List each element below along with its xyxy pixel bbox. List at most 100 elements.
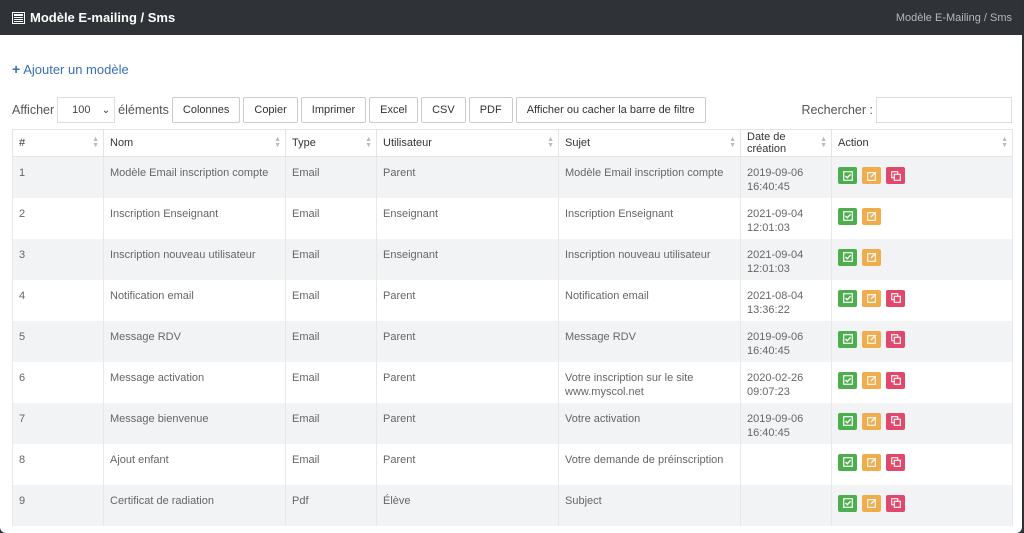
- table-row: 2 Inscription Enseignant Email Enseignant In…: [12, 197, 1013, 239]
- page: Modèle E-mailing / Sms Modèle E-Mailing …: [0, 0, 1022, 533]
- edit-icon: [866, 457, 876, 467]
- duplicate-button[interactable]: [886, 412, 905, 430]
- duplicate-button[interactable]: [886, 289, 905, 307]
- column-header-date[interactable]: Date de création ▲ ▼: [740, 129, 832, 157]
- copy-button[interactable]: Copier: [243, 97, 298, 123]
- edit-button[interactable]: [862, 330, 881, 348]
- cell-utilisateur: Parent: [376, 156, 559, 198]
- cell-type: Email: [285, 443, 377, 485]
- view-button[interactable]: [838, 207, 857, 225]
- cell-time-value: 12:01:03: [747, 221, 790, 234]
- cell-date-value: 2021-08-04: [747, 289, 804, 302]
- action-buttons: [838, 494, 1006, 512]
- cell-sujet-text: Votre inscription sur le site: [565, 371, 694, 384]
- main-content: + Ajouter un modèle Afficher 100 ⌄ éléme…: [0, 35, 1022, 526]
- pdf-button[interactable]: PDF: [468, 97, 513, 123]
- duplicate-button[interactable]: [886, 494, 905, 512]
- edit-button[interactable]: [862, 453, 881, 471]
- table-row: 7 Message bienvenue Email Parent Votre activ…: [12, 402, 1013, 444]
- cell-number: 2: [12, 197, 104, 239]
- edit-button[interactable]: [862, 207, 881, 225]
- duplicate-button[interactable]: [886, 330, 905, 348]
- edit-button[interactable]: [862, 371, 881, 389]
- sort-icon: ▲ ▼: [547, 136, 554, 149]
- cell-sujet: Message RDV: [558, 320, 741, 362]
- cell-nom: Message activation: [103, 361, 286, 403]
- csv-button[interactable]: CSV: [421, 97, 466, 123]
- cell-action: [831, 484, 1013, 526]
- cell-date: 2021-09-04 12:01:03: [740, 238, 832, 280]
- plus-icon: +: [12, 61, 21, 77]
- cell-date-value: 2019-09-06: [747, 167, 804, 179]
- edit-button[interactable]: [862, 289, 881, 307]
- view-button[interactable]: [838, 371, 857, 389]
- elements-label: éléments: [118, 103, 169, 117]
- print-button[interactable]: Imprimer: [300, 97, 367, 123]
- cell-sujet-text: Notification email: [565, 289, 649, 302]
- duplicate-button[interactable]: [886, 453, 905, 471]
- templates-table: # ▲ ▼ Nom ▲ ▼ Type ▲ ▼ Utilisateur ▲ ▼ Sujet ▲ ▼ D…: [12, 129, 1013, 526]
- sort-icon: ▲ ▼: [1001, 136, 1008, 149]
- edit-icon: [866, 375, 876, 385]
- cell-nom: Modèle Email inscription compte: [103, 156, 286, 198]
- cell-number: 1: [12, 156, 104, 198]
- search-label: Rechercher :: [801, 103, 873, 117]
- view-button[interactable]: [838, 494, 857, 512]
- sort-icon: ▲ ▼: [274, 136, 281, 149]
- column-header-number[interactable]: # ▲ ▼: [12, 129, 104, 157]
- cell-date-value: 2021-09-04: [747, 207, 804, 220]
- action-buttons: [838, 412, 1006, 430]
- page-title: Modèle E-mailing / Sms: [12, 10, 175, 25]
- column-header-utilisateur[interactable]: Utilisateur ▲ ▼: [376, 129, 559, 157]
- view-button[interactable]: [838, 289, 857, 307]
- edit-button[interactable]: [862, 412, 881, 430]
- cell-utilisateur: Enseignant: [376, 197, 559, 239]
- duplicate-button[interactable]: [886, 167, 905, 184]
- cell-utilisateur: Parent: [376, 320, 559, 362]
- cell-number: 4: [12, 279, 104, 321]
- view-button[interactable]: [838, 330, 857, 348]
- view-button[interactable]: [838, 248, 857, 266]
- cell-sujet: Notification email: [558, 279, 741, 321]
- sort-icon: ▲ ▼: [365, 136, 372, 149]
- cell-sujet: Votre demande de préinscription: [558, 443, 741, 485]
- cell-utilisateur: Parent: [376, 443, 559, 485]
- edit-button[interactable]: [862, 167, 881, 184]
- cell-date: 2021-09-04 12:01:03: [740, 197, 832, 239]
- cell-date-value: 2019-09-06: [747, 330, 804, 343]
- column-header-sujet[interactable]: Sujet ▲ ▼: [558, 129, 741, 157]
- copy-icon: [890, 375, 901, 385]
- column-header-type[interactable]: Type ▲ ▼: [285, 129, 377, 157]
- view-button[interactable]: [838, 453, 857, 471]
- edit-button[interactable]: [862, 494, 881, 512]
- check-square-icon: [842, 252, 853, 262]
- toggle-filter-button[interactable]: Afficher ou cacher la barre de filtre: [515, 97, 706, 123]
- cell-number: 3: [12, 238, 104, 280]
- cell-date-value: 2020-02-26: [747, 371, 804, 384]
- cell-action: [831, 156, 1013, 198]
- columns-button[interactable]: Colonnes: [171, 97, 241, 123]
- excel-button[interactable]: Excel: [369, 97, 419, 123]
- action-buttons: [838, 453, 1006, 471]
- cell-date-value: 2019-09-06: [747, 412, 804, 425]
- check-square-icon: [842, 211, 853, 221]
- search-input[interactable]: [876, 97, 1012, 123]
- duplicate-button[interactable]: [886, 371, 905, 389]
- column-header-action[interactable]: Action ▲ ▼: [831, 129, 1013, 157]
- cell-time-value: 16:40:45: [747, 344, 790, 357]
- page-size-select[interactable]: 100 ⌄: [57, 97, 116, 123]
- cell-utilisateur: Parent: [376, 402, 559, 444]
- add-template-link[interactable]: + Ajouter un modèle: [12, 61, 129, 77]
- cell-number: 5: [12, 320, 104, 362]
- cell-action: [831, 238, 1013, 280]
- column-header-nom[interactable]: Nom ▲ ▼: [103, 129, 286, 157]
- cell-action: [831, 320, 1013, 362]
- view-button[interactable]: [838, 412, 857, 430]
- cell-sujet: Subject: [558, 484, 741, 526]
- view-button[interactable]: [838, 167, 857, 184]
- edit-button[interactable]: [862, 248, 881, 266]
- cell-nom: Message RDV: [103, 320, 286, 362]
- table-controls: Afficher 100 ⌄ éléments Colonnes Copier …: [12, 97, 1012, 123]
- check-square-icon: [842, 457, 853, 467]
- edit-icon: [866, 334, 876, 344]
